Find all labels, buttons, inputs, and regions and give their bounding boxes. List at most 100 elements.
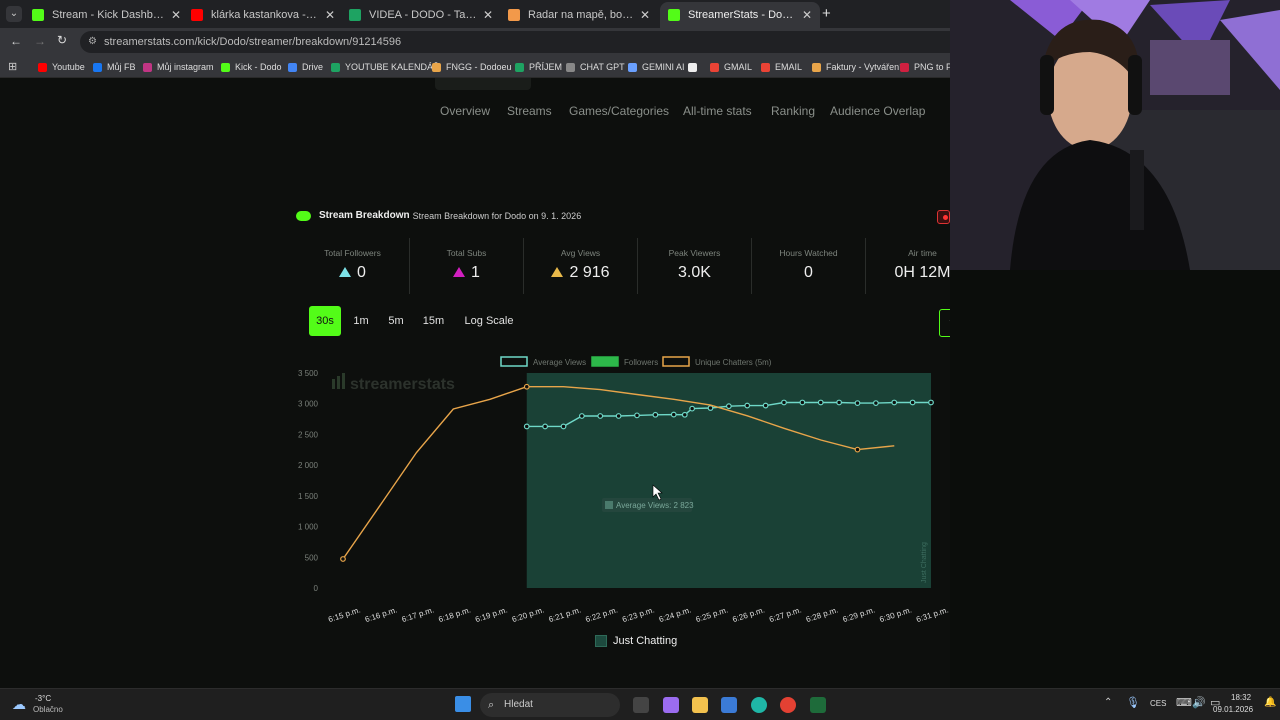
excel-icon[interactable] bbox=[810, 697, 826, 713]
data-point bbox=[744, 402, 751, 409]
bookmark-item[interactable]: CHAT GPT bbox=[566, 56, 625, 78]
x-tick: 6:21 p.m. bbox=[548, 605, 583, 624]
x-tick: 6:29 p.m. bbox=[842, 605, 877, 624]
reload-icon[interactable]: ↻ bbox=[57, 33, 67, 47]
site-nav-5[interactable]: Audience Overlap bbox=[830, 104, 925, 118]
bookmark-item[interactable]: FNGG - Dodoeu bbox=[432, 56, 512, 78]
stat-value: 0H 12M bbox=[894, 264, 950, 281]
taskview-icon[interactable] bbox=[633, 697, 649, 713]
browser-tab[interactable]: Radar na mapě, bouřky, meteo ✕ bbox=[500, 2, 658, 28]
tab-favicon-icon bbox=[349, 9, 361, 21]
bookmark-item[interactable]: Youtube bbox=[38, 56, 85, 78]
x-tick: 6:26 p.m. bbox=[731, 605, 766, 624]
data-point bbox=[670, 411, 677, 418]
mic-icon[interactable]: 🎙 bbox=[1126, 696, 1140, 709]
tray-chevron-icon[interactable]: ⌃ bbox=[1104, 697, 1112, 708]
weather-icon[interactable]: ☁ bbox=[12, 696, 26, 713]
bookmark-icon bbox=[38, 62, 47, 72]
bookmark-item[interactable]: Kick - Dodo bbox=[221, 56, 282, 78]
explorer-icon[interactable] bbox=[692, 697, 708, 713]
volume-icon[interactable]: 🔊 bbox=[1192, 696, 1206, 709]
stat-value-row: 3.0K bbox=[638, 264, 751, 282]
data-point bbox=[689, 405, 696, 412]
site-info-icon[interactable]: ⚙ bbox=[88, 31, 97, 53]
new-tab-button[interactable]: + bbox=[822, 5, 831, 22]
bookmark-item[interactable]: GEMINI AI bbox=[628, 56, 685, 78]
interval-button-1[interactable]: 1m bbox=[349, 306, 373, 336]
edge-icon[interactable] bbox=[751, 697, 767, 713]
bookmark-item[interactable]: Faktury - Vytváření bbox=[812, 56, 902, 78]
data-point bbox=[854, 446, 861, 453]
close-tab-icon[interactable]: ✕ bbox=[171, 8, 181, 22]
stat-card: Avg Views 2 916 bbox=[524, 238, 638, 294]
browser-tab[interactable]: Stream - Kick Dashboard ✕ bbox=[24, 2, 189, 28]
category-legend[interactable]: Just Chatting bbox=[595, 635, 677, 647]
apps-icon[interactable]: ⊞ bbox=[8, 60, 17, 73]
bookmark-item[interactable]: PŘÍJEM bbox=[515, 56, 562, 78]
site-nav-4[interactable]: Ranking bbox=[771, 104, 815, 118]
bookmark-item[interactable]: Drive bbox=[288, 56, 323, 78]
y-left-tick: 2 000 bbox=[298, 461, 319, 470]
stat-label: Air time bbox=[908, 248, 937, 258]
interval-button-2[interactable]: 5m bbox=[383, 306, 409, 336]
close-tab-icon[interactable]: ✕ bbox=[325, 8, 335, 22]
x-tick: 6:20 p.m. bbox=[511, 605, 546, 624]
bookmark-label: GEMINI AI bbox=[642, 62, 685, 72]
bookmark-label: PŘÍJEM bbox=[529, 62, 563, 72]
export-button[interactable]: ⇪ bbox=[939, 309, 950, 337]
bookmark-item[interactable] bbox=[688, 56, 702, 78]
site-nav-1[interactable]: Streams bbox=[507, 104, 552, 118]
bookmark-icon bbox=[566, 62, 575, 72]
back-icon[interactable]: ← bbox=[10, 34, 22, 48]
live-indicator bbox=[937, 210, 950, 224]
chrome-icon[interactable] bbox=[780, 697, 796, 713]
y-left-tick: 500 bbox=[305, 553, 319, 562]
data-point bbox=[597, 413, 604, 419]
search-icon: ⌕ bbox=[488, 699, 495, 711]
bookmark-label: Youtube bbox=[52, 62, 85, 72]
interval-button-3[interactable]: 15m bbox=[420, 306, 447, 336]
network-icon[interactable]: ⌨ bbox=[1176, 696, 1192, 709]
taskbar-search[interactable]: ⌕ Hledat bbox=[480, 693, 620, 717]
watermark-icon bbox=[342, 373, 345, 389]
bookmark-item[interactable]: Můj instagram bbox=[143, 56, 214, 78]
outlook-icon[interactable] bbox=[721, 697, 737, 713]
bookmark-label: Drive bbox=[302, 62, 324, 72]
site-nav-2[interactable]: Games/Categories bbox=[569, 104, 669, 118]
close-tab-icon[interactable]: ✕ bbox=[802, 8, 812, 22]
data-point bbox=[762, 402, 769, 409]
start-icon[interactable] bbox=[455, 696, 471, 712]
browser-tab[interactable]: klárka kastankova - YouTube ✕ bbox=[183, 2, 343, 28]
close-tab-icon[interactable]: ✕ bbox=[640, 8, 650, 22]
data-point bbox=[634, 412, 640, 419]
stat-card: Total Subs 1 bbox=[410, 238, 524, 294]
interval-button-4[interactable]: Log Scale bbox=[460, 306, 518, 336]
bookmark-label: CHAT GPT bbox=[580, 62, 625, 72]
notifications-icon[interactable]: 🔔 bbox=[1264, 697, 1276, 708]
gamepad-icon bbox=[296, 210, 311, 221]
legend-swatch bbox=[662, 356, 690, 367]
y-left-tick: 3 000 bbox=[298, 400, 319, 409]
trend-up-icon bbox=[551, 267, 564, 277]
legend-swatch bbox=[500, 356, 528, 367]
site-nav-3[interactable]: All-time stats bbox=[683, 104, 752, 118]
stat-label: Avg Views bbox=[560, 248, 601, 258]
url-text: streamerstats.com/kick/Dodo/streamer/bre… bbox=[104, 36, 402, 48]
site-nav-0[interactable]: Overview bbox=[440, 104, 490, 118]
bookmark-item[interactable]: Můj FB bbox=[93, 56, 136, 78]
forward-icon[interactable]: → bbox=[34, 34, 46, 48]
bookmark-item[interactable]: YOUTUBE KALENDÁŘ bbox=[331, 56, 440, 78]
browser-tab[interactable]: VIDEA - DODO - Tabulky Goog ✕ bbox=[341, 2, 501, 28]
language-indicator[interactable]: CES bbox=[1150, 699, 1166, 708]
bookmark-item[interactable]: GMAIL bbox=[710, 56, 752, 78]
close-tab-icon[interactable]: ✕ bbox=[483, 8, 493, 22]
copilot-icon[interactable] bbox=[663, 697, 679, 713]
clock-time: 18:32 bbox=[1231, 693, 1252, 702]
interval-button-0[interactable]: 30s bbox=[309, 306, 341, 336]
browser-tab[interactable]: StreamerStats - Dodo Stream B ✕ bbox=[660, 2, 820, 28]
stat-label: Total Followers bbox=[324, 248, 381, 258]
data-point bbox=[836, 399, 843, 406]
bookmark-item[interactable]: EMAIL bbox=[761, 56, 802, 78]
trend-up-icon bbox=[339, 267, 352, 277]
tab-list-button[interactable]: ⌄ bbox=[6, 6, 22, 22]
